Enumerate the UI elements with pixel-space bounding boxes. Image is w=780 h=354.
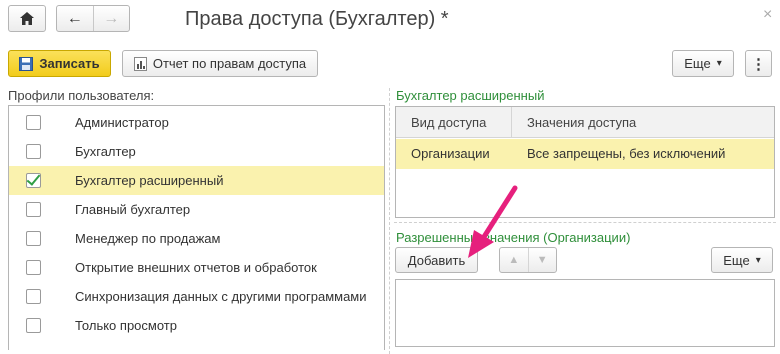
profile-label: Главный бухгалтер [75, 202, 191, 217]
profile-row-sales-manager[interactable]: Менеджер по продажам [9, 224, 384, 253]
profile-row-accountant[interactable]: Бухгалтер [9, 137, 384, 166]
allowed-more-button[interactable]: Еще ▾ [711, 247, 773, 273]
profile-label: Бухгалтер [75, 144, 136, 159]
access-report-button[interactable]: Отчет по правам доступа [122, 50, 318, 77]
page-title: Права доступа (Бухгалтер) * [185, 8, 449, 30]
arrow-down-icon: ▼ [536, 254, 548, 266]
cell-access-kind: Организации [411, 146, 490, 161]
dropdown-arrow-icon: ▾ [716, 58, 722, 69]
report-button-label: Отчет по правам доступа [152, 56, 307, 71]
profile-checkbox[interactable] [26, 289, 41, 304]
back-arrow-icon: ← [66, 9, 83, 27]
profile-row-administrator[interactable]: Администратор [9, 108, 384, 137]
profile-checkbox-checked[interactable] [26, 173, 41, 188]
close-icon[interactable]: × [763, 6, 772, 24]
profile-label: Бухгалтер расширенный [75, 173, 224, 188]
home-button[interactable] [8, 5, 46, 32]
kebab-menu-button[interactable]: ⋮ [745, 50, 772, 77]
profile-row-external-reports[interactable]: Открытие внешних отчетов и обработок [9, 253, 384, 282]
profile-label: Только просмотр [75, 318, 177, 333]
profile-checkbox[interactable] [26, 144, 41, 159]
back-button[interactable]: ← [57, 6, 93, 31]
home-icon [20, 12, 34, 25]
profile-row-chief-accountant[interactable]: Главный бухгалтер [9, 195, 384, 224]
move-down-button[interactable]: ▼ [528, 248, 556, 272]
floppy-disk-icon [19, 56, 34, 71]
panel-splitter-horizontal[interactable] [394, 222, 776, 223]
table-header: Вид доступа Значения доступа [396, 107, 774, 138]
forward-button[interactable]: → [93, 6, 129, 31]
profile-checkbox[interactable] [26, 318, 41, 333]
profile-checkbox[interactable] [26, 260, 41, 275]
more-button-label: Еще [684, 56, 711, 71]
access-group-title: Бухгалтер расширенный [396, 88, 545, 103]
add-button-label: Добавить [407, 252, 466, 268]
column-header-access-values[interactable]: Значения доступа [527, 115, 636, 130]
profiles-label: Профили пользователя: [8, 88, 155, 103]
forward-arrow-icon: → [103, 9, 120, 27]
column-header-access-kind[interactable]: Вид доступа [411, 115, 486, 130]
profile-row-accountant-extended[interactable]: Бухгалтер расширенный [9, 166, 384, 195]
allowed-values-table[interactable] [395, 279, 775, 347]
table-row[interactable]: Организации Все запрещены, без исключени… [396, 139, 774, 169]
profile-row-data-sync[interactable]: Синхронизация данных с другими программа… [9, 282, 384, 311]
profile-label: Синхронизация данных с другими программа… [75, 289, 367, 304]
cell-access-values: Все запрещены, без исключений [527, 146, 726, 161]
report-icon [133, 56, 147, 71]
annotation-arrow-icon [468, 185, 518, 258]
profile-label: Менеджер по продажам [75, 231, 221, 246]
kebab-menu-icon: ⋮ [751, 55, 766, 73]
profile-checkbox[interactable] [26, 202, 41, 217]
profile-row-read-only[interactable]: Только просмотр [9, 311, 384, 340]
profile-checkbox[interactable] [26, 231, 41, 246]
more-button-label: Еще [723, 252, 750, 268]
dropdown-arrow-icon: ▾ [755, 254, 761, 266]
save-button[interactable]: Записать [8, 50, 111, 77]
profile-label: Администратор [75, 115, 169, 130]
history-nav-group: ← → [56, 5, 130, 32]
panel-splitter-vertical[interactable] [389, 88, 390, 354]
profile-checkbox[interactable] [26, 115, 41, 130]
more-button[interactable]: Еще ▾ [672, 50, 734, 77]
profile-label: Открытие внешних отчетов и обработок [75, 260, 317, 275]
save-button-label: Записать [39, 56, 100, 71]
column-divider [511, 107, 512, 138]
access-kinds-table: Вид доступа Значения доступа Организации… [395, 106, 775, 218]
profiles-list: Администратор Бухгалтер Бухгалтер расшир… [8, 105, 385, 350]
